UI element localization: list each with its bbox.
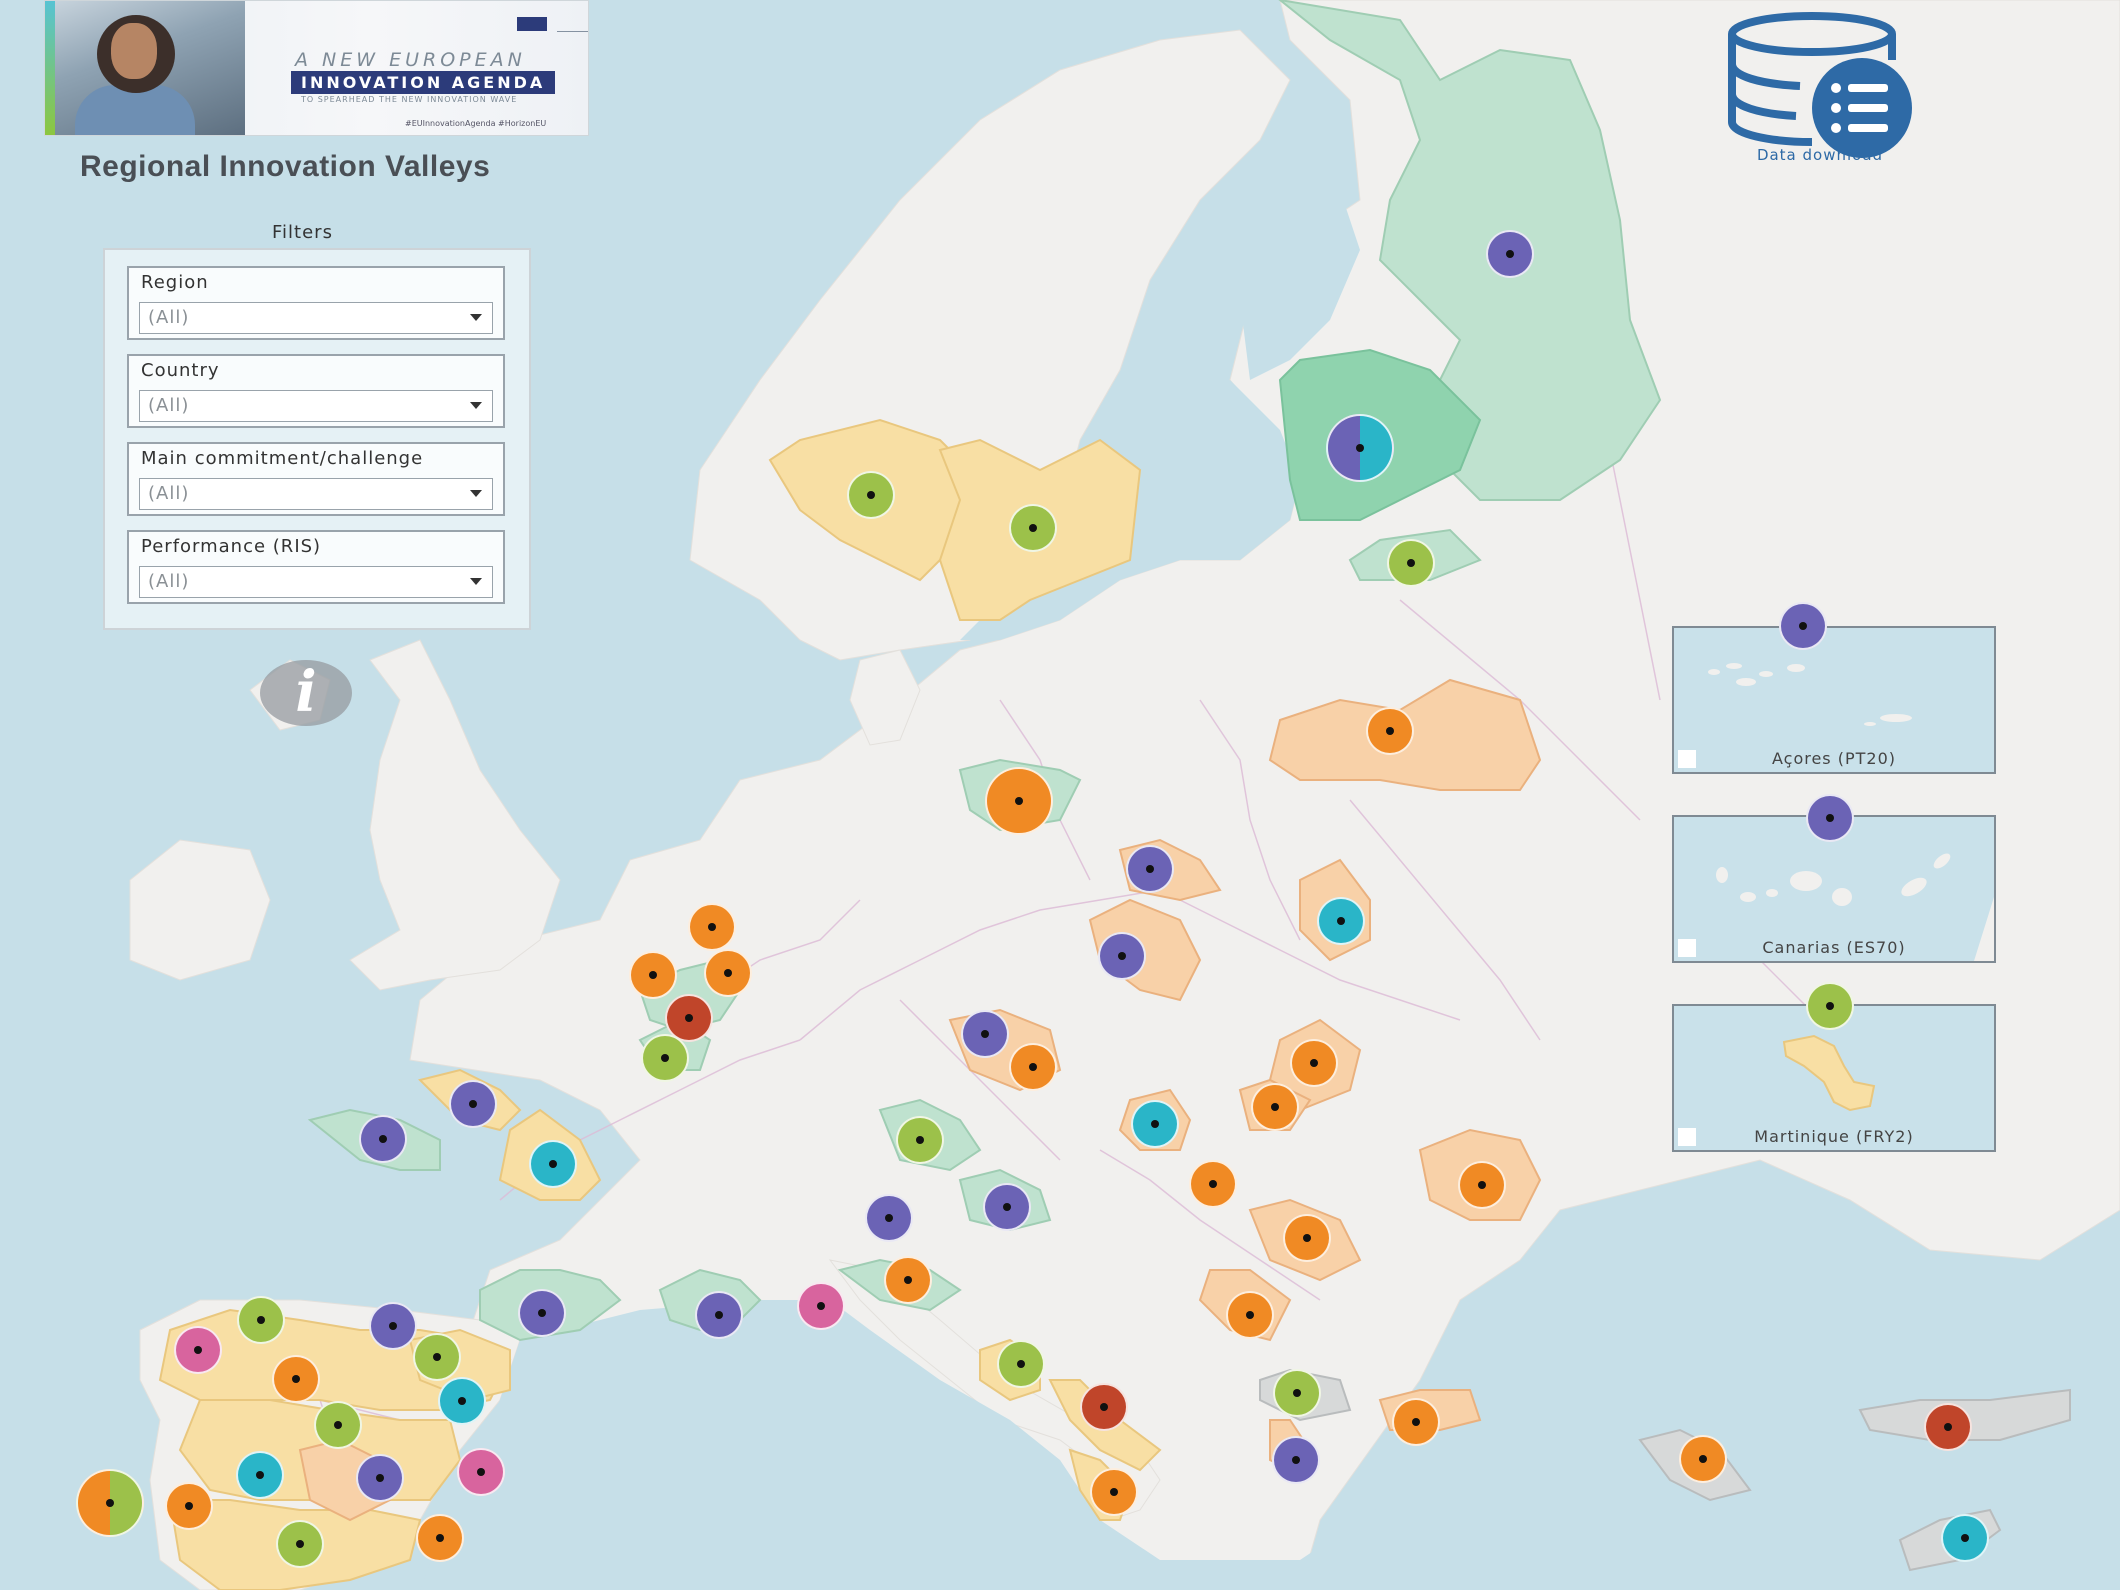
- dropdown-value: (All): [148, 571, 190, 592]
- marker-center-dot: [1003, 1203, 1011, 1211]
- marker-center-dot: [376, 1474, 384, 1482]
- marker-center-dot: [1151, 1120, 1159, 1128]
- inset-azores[interactable]: Açores (PT20): [1672, 626, 1996, 774]
- marker-center-dot: [433, 1353, 441, 1361]
- banner-hashtags: #EUInnovationAgenda #HorizonEU: [405, 119, 547, 128]
- filter-performance: Performance (RIS) (All): [127, 530, 505, 604]
- marker-center-dot: [549, 1160, 557, 1168]
- filter-label: Region: [141, 272, 209, 293]
- inset-label: Açores (PT20): [1771, 749, 1896, 768]
- data-download-label[interactable]: Data download: [1730, 146, 1910, 164]
- marker-center-dot: [292, 1375, 300, 1383]
- chevron-down-icon: [470, 314, 482, 321]
- country-dropdown[interactable]: (All): [139, 390, 493, 422]
- marker-center-dot: [1826, 1002, 1834, 1010]
- marker-center-dot: [1699, 1455, 1707, 1463]
- dropdown-value: (All): [148, 483, 190, 504]
- inset-label: Martinique (FRY2): [1754, 1127, 1914, 1146]
- marker-center-dot: [1293, 1389, 1301, 1397]
- marker-center-dot: [708, 923, 716, 931]
- innovation-agenda-banner[interactable]: A NEW EUROPEAN INNOVATION AGENDA TO SPEA…: [44, 0, 589, 136]
- chevron-down-icon: [470, 490, 482, 497]
- eu-flag-icon: [517, 17, 547, 31]
- filter-label: Main commitment/challenge: [141, 448, 424, 469]
- marker-center-dot: [296, 1540, 304, 1548]
- chevron-down-icon: [470, 578, 482, 585]
- marker-center-dot: [1029, 524, 1037, 532]
- marker-center-dot: [685, 1014, 693, 1022]
- banner-line-2: INNOVATION AGENDA: [291, 71, 556, 94]
- marker-center-dot: [379, 1135, 387, 1143]
- database-list-icon[interactable]: [1720, 0, 1930, 170]
- marker-center-dot: [106, 1499, 114, 1507]
- marker-center-dot: [1506, 250, 1514, 258]
- marker-center-dot: [981, 1030, 989, 1038]
- marker-center-dot: [1246, 1311, 1254, 1319]
- region-dropdown[interactable]: (All): [139, 302, 493, 334]
- filters-title: Filters: [272, 222, 333, 243]
- marker-center-dot: [1310, 1059, 1318, 1067]
- marker-center-dot: [477, 1468, 485, 1476]
- marker-center-dot: [256, 1471, 264, 1479]
- marker-center-dot: [469, 1100, 477, 1108]
- marker-center-dot: [1110, 1488, 1118, 1496]
- dropdown-value: (All): [148, 307, 190, 328]
- marker-center-dot: [661, 1054, 669, 1062]
- marker-center-dot: [1118, 952, 1126, 960]
- marker-center-dot: [817, 1302, 825, 1310]
- marker-center-dot: [724, 969, 732, 977]
- marker-center-dot: [1412, 1418, 1420, 1426]
- marker-center-dot: [538, 1309, 546, 1317]
- marker-center-dot: [1826, 814, 1834, 822]
- dropdown-value: (All): [148, 395, 190, 416]
- main-commitment-dropdown[interactable]: (All): [139, 478, 493, 510]
- filter-label: Performance (RIS): [141, 536, 322, 557]
- marker-center-dot: [334, 1421, 342, 1429]
- filter-region: Region (All): [127, 266, 505, 340]
- chevron-down-icon: [470, 402, 482, 409]
- marker-center-dot: [1100, 1403, 1108, 1411]
- marker-center-dot: [389, 1322, 397, 1330]
- page-title: Regional Innovation Valleys: [80, 150, 491, 183]
- marker-center-dot: [867, 491, 875, 499]
- marker-center-dot: [1386, 727, 1394, 735]
- marker-center-dot: [185, 1502, 193, 1510]
- marker-center-dot: [1015, 797, 1023, 805]
- marker-center-dot: [715, 1311, 723, 1319]
- banner-line-3: TO SPEARHEAD THE NEW INNOVATION WAVE: [301, 95, 518, 104]
- marker-center-dot: [458, 1397, 466, 1405]
- marker-center-dot: [916, 1136, 924, 1144]
- marker-center-dot: [436, 1534, 444, 1542]
- commission-logo-icon: [557, 17, 588, 32]
- filters-panel: Region (All) Country (All) Main commitme…: [103, 248, 531, 630]
- marker-center-dot: [1478, 1181, 1486, 1189]
- marker-center-dot: [194, 1346, 202, 1354]
- banner-accent-stripe: [45, 1, 55, 135]
- marker-center-dot: [1337, 917, 1345, 925]
- info-icon[interactable]: i: [260, 660, 352, 726]
- marker-center-dot: [1799, 622, 1807, 630]
- marker-center-dot: [1017, 1360, 1025, 1368]
- marker-center-dot: [885, 1214, 893, 1222]
- marker-center-dot: [1303, 1234, 1311, 1242]
- marker-center-dot: [1146, 865, 1154, 873]
- filter-country: Country (All): [127, 354, 505, 428]
- marker-center-dot: [904, 1276, 912, 1284]
- marker-center-dot: [1209, 1180, 1217, 1188]
- performance-dropdown[interactable]: (All): [139, 566, 493, 598]
- marker-center-dot: [257, 1316, 265, 1324]
- banner-line-1: A NEW EUROPEAN: [295, 49, 526, 71]
- marker-center-dot: [1292, 1456, 1300, 1464]
- marker-center-dot: [1944, 1423, 1952, 1431]
- marker-center-dot: [1961, 1534, 1969, 1542]
- banner-photo: [45, 1, 245, 135]
- marker-center-dot: [1407, 559, 1415, 567]
- marker-center-dot: [649, 971, 657, 979]
- filter-main-commitment: Main commitment/challenge (All): [127, 442, 505, 516]
- marker-center-dot: [1356, 444, 1364, 452]
- filter-label: Country: [141, 360, 220, 381]
- inset-label: Canarias (ES70): [1762, 938, 1906, 957]
- marker-center-dot: [1029, 1063, 1037, 1071]
- marker-center-dot: [1271, 1103, 1279, 1111]
